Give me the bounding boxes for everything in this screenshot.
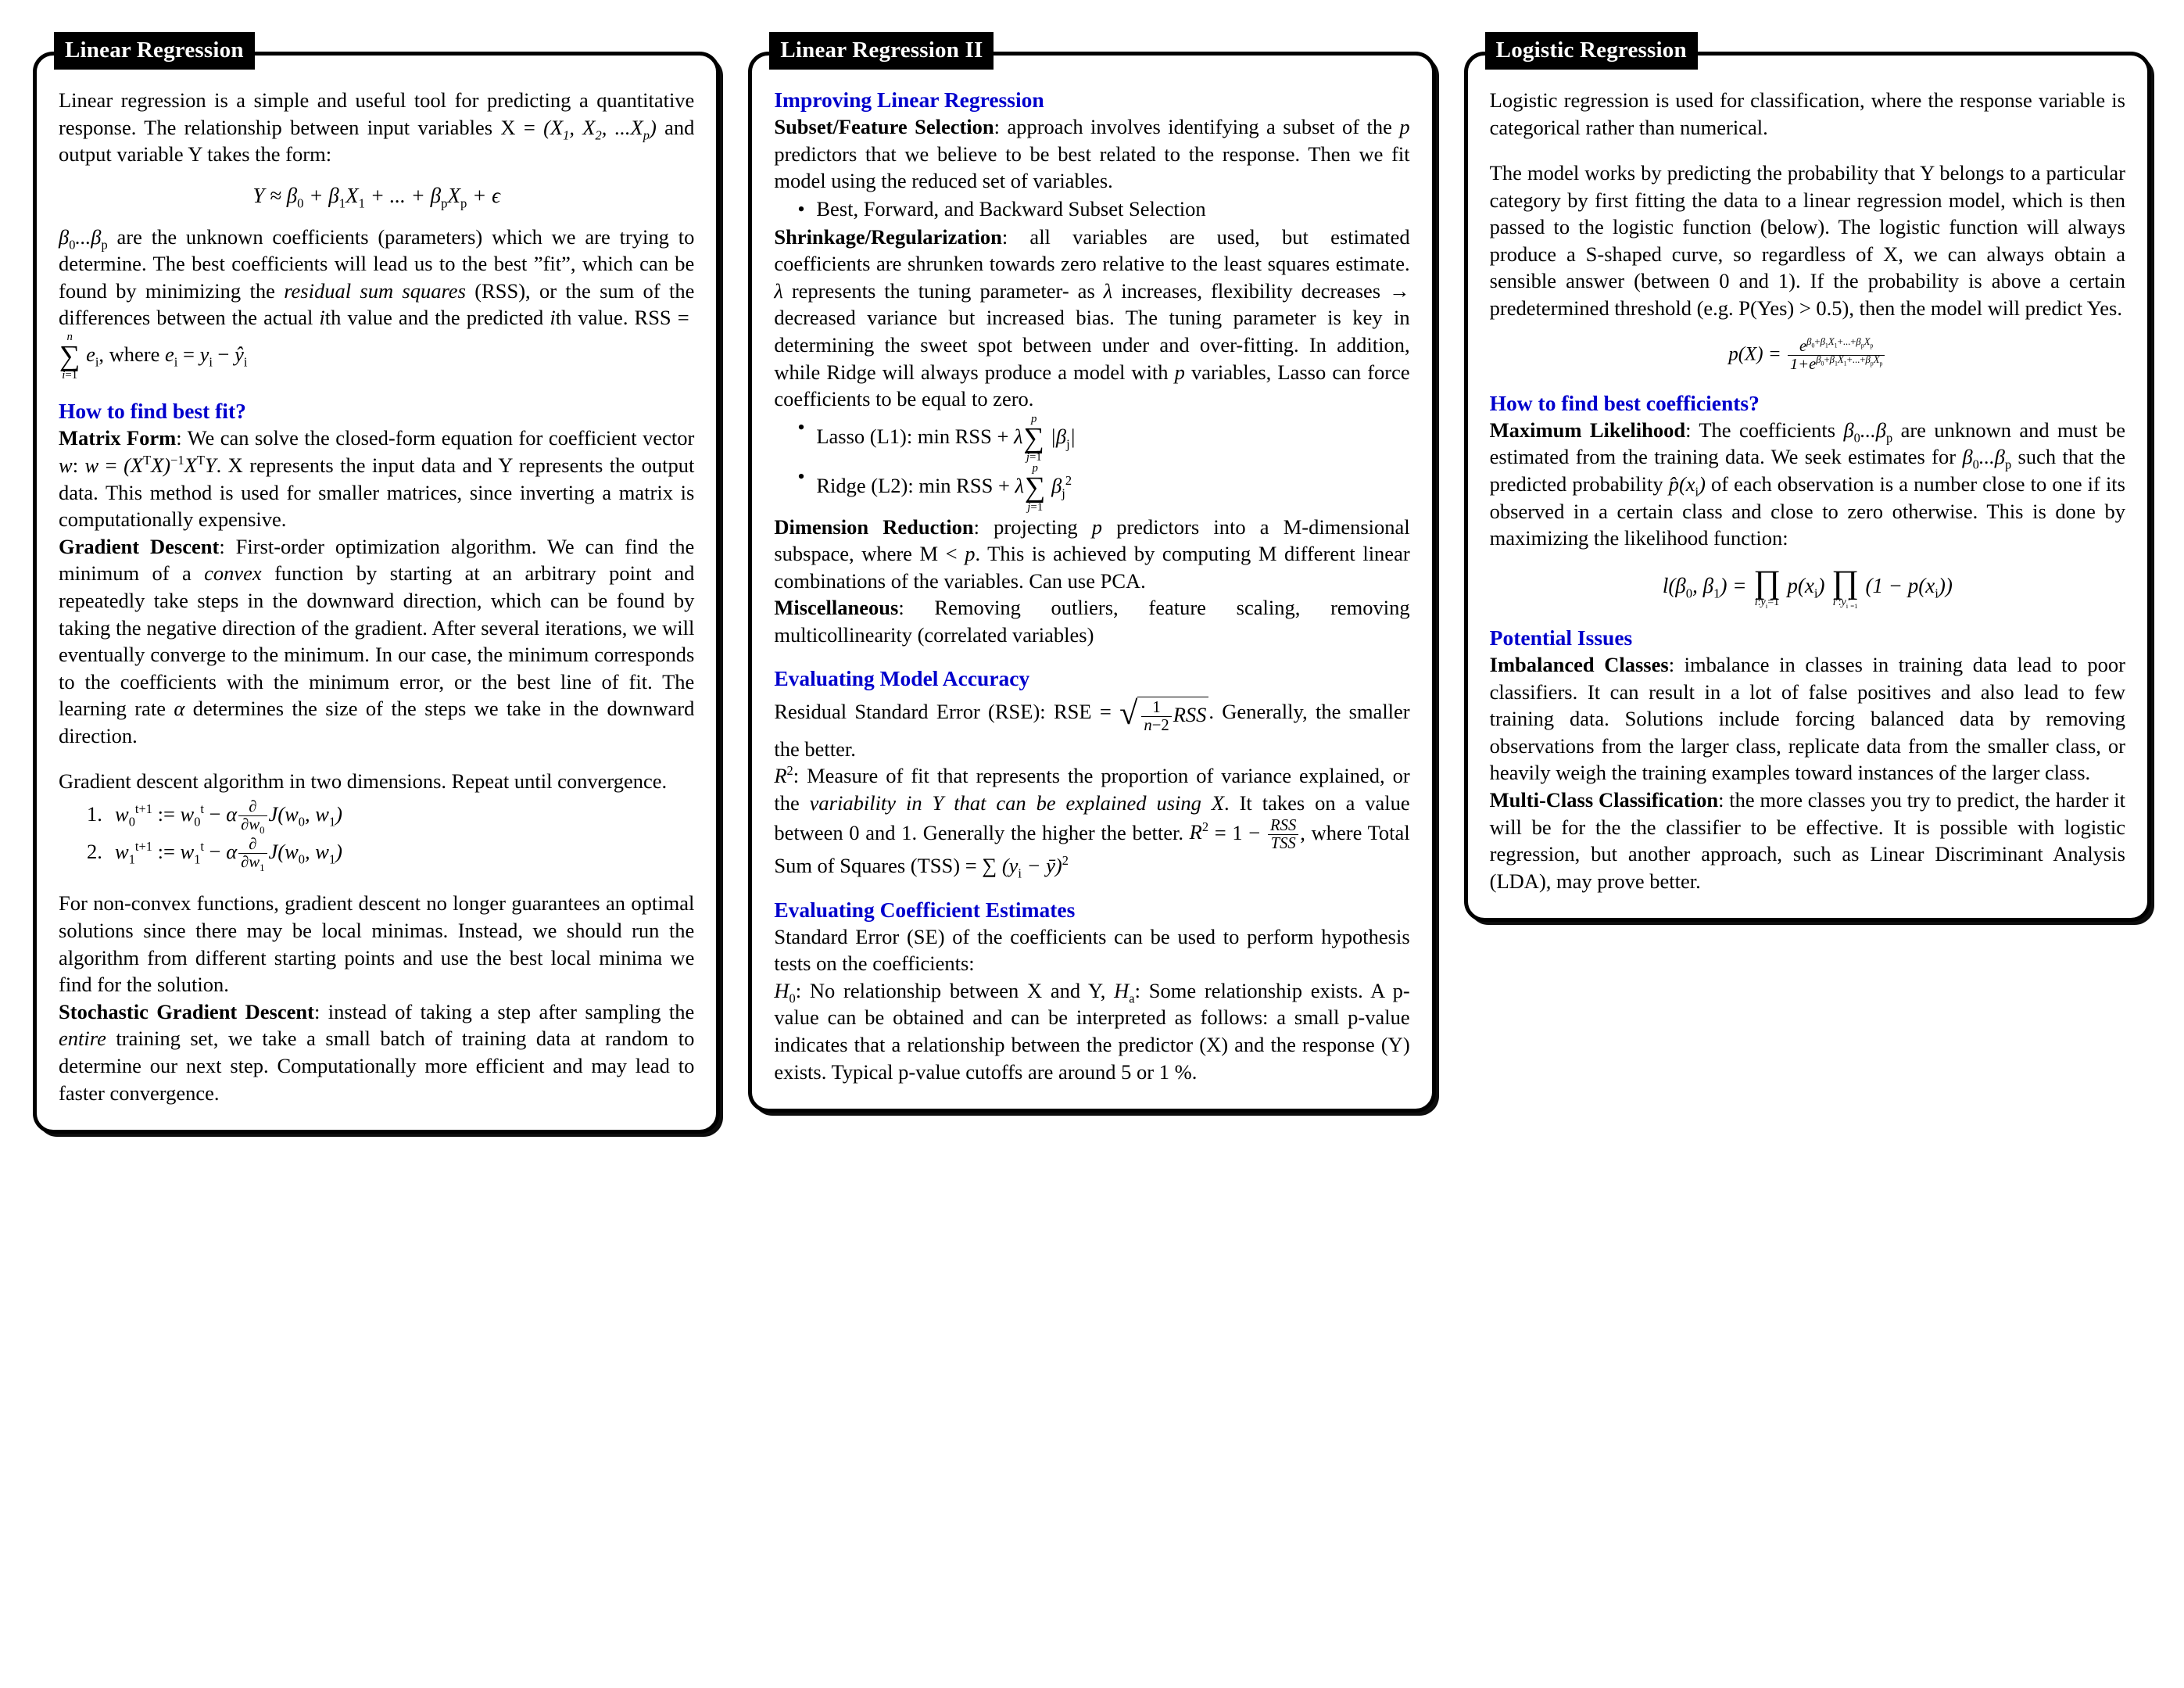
- panel-title-linear-regression: Linear Regression: [54, 32, 255, 70]
- lr2-dimension-reduction-paragraph: Dimension Reduction: projecting p predic…: [774, 514, 1410, 593]
- lr2-rse-paragraph: Residual Standard Error (RSE): RSE = √ 1 n…: [774, 692, 1409, 762]
- panel-title-linear-regression-ii: Linear Regression II: [769, 32, 994, 70]
- lr2-r2-paragraph: R2: Measure of fit that represents the p…: [774, 763, 1410, 881]
- heading-potential-issues: Potential Issues: [1489, 625, 1633, 650]
- regularization-bullet-list: Lasso (L1): min RSS + λp∑j=1 |βj| Ridge …: [774, 413, 1409, 513]
- lr-coefficients-paragraph: β0...βp are the unknown coefficients (pa…: [59, 224, 695, 382]
- lr2-shrinkage-paragraph: Shrinkage/Regularization: all variables …: [774, 224, 1410, 411]
- lr2-se-paragraph: Standard Error (SE) of the coefficients …: [774, 924, 1410, 976]
- heading-how-to-find-best-coefficients: How to find best coefficients?: [1489, 390, 1760, 415]
- label-imbalanced-classes: Imbalanced Classes: [1489, 653, 1669, 677]
- lr-matrix-form-paragraph: Matrix Form: We can solve the closed-for…: [59, 426, 695, 532]
- label-maximum-likelihood: Maximum Likelihood: [1489, 418, 1686, 442]
- label-stochastic-gradient-descent: Stochastic Gradient Descent: [59, 999, 314, 1023]
- gd-step-1-number: 1.: [87, 801, 102, 826]
- label-multi-class-classification: Multi-Class Classification: [1489, 788, 1719, 812]
- label-miscellaneous: Miscellaneous: [774, 596, 899, 620]
- panel-linear-regression: Linear Regression Linear regression is a…: [33, 32, 721, 1134]
- logistic-function-equation: p(X) = eβ0+β1X1+...+βpXp 1+eβ0+β1X1+...+…: [1490, 336, 2125, 373]
- gd-step-2: 2. w1t+1 := w1t − α ∂ ∂w1 J(w0, w1): [59, 834, 694, 873]
- panel-linear-regression-ii: Linear Regression II Improving Linear Re…: [748, 32, 1436, 1113]
- bullet-ridge-l2: Ridge (L2): min RSS + λp∑j=1 βj2: [774, 463, 1409, 513]
- lr-sgd-paragraph: Stochastic Gradient Descent: instead of …: [59, 999, 695, 1105]
- lr2-hypothesis-paragraph: H0: No relationship between X and Y, Ha:…: [774, 978, 1410, 1084]
- logreg-mle-paragraph: Maximum Likelihood: The coefficients β0.…: [1489, 418, 2125, 550]
- lr-intro-paragraph: Linear regression is a simple and useful…: [59, 88, 695, 167]
- bullet-subset-selection: Best, Forward, and Backward Subset Selec…: [774, 195, 1409, 223]
- label-subset-feature-selection: Subset/Feature Selection: [774, 115, 994, 138]
- label-matrix-form: Matrix Form: [59, 426, 177, 450]
- heading-how-to-find-best-fit: How to find best fit?: [59, 399, 246, 424]
- lr2-misc-paragraph: Miscellaneous: Removing outliers, featur…: [774, 596, 1410, 647]
- rse-sqrt-expression: √ 1 n−2 RSS: [1119, 692, 1209, 735]
- lr-nonconvex-paragraph: For non-convex functions, gradient desce…: [59, 891, 695, 997]
- heading-improving-linear-regression: Improving Linear Regression: [774, 88, 1044, 112]
- panel-columns: Linear Regression Linear regression is a…: [33, 32, 2151, 1134]
- lr-model-equation: Y ≈ β0 + β1X1 + ... + βpXp + ϵ: [252, 183, 500, 211]
- label-dimension-reduction: Dimension Reduction: [774, 514, 974, 539]
- bullet-lasso-l1: Lasso (L1): min RSS + λp∑j=1 |βj|: [774, 413, 1409, 463]
- heading-evaluating-model-accuracy: Evaluating Model Accuracy: [774, 666, 1030, 691]
- gd-steps-list: 1. w0t+1 := w0t − α ∂ ∂w0 J(w0, w1) 2. w1t+…: [59, 797, 694, 873]
- likelihood-function-equation: l(β0, β1) = ∏ i:yi=1 p(xi) ∏ i′:yi′=1 (1 −…: [1662, 564, 1953, 611]
- logreg-imbalanced-paragraph: Imbalanced Classes: imbalance in classes…: [1489, 653, 2125, 785]
- panel-title-logistic-regression: Logistic Regression: [1484, 32, 1698, 70]
- logreg-model-paragraph: The model works by predicting the probab…: [1489, 161, 2125, 321]
- lr-gd-algorithm-intro: Gradient descent algorithm in two dimens…: [59, 769, 668, 794]
- subset-bullet-list: Best, Forward, and Backward Subset Selec…: [774, 195, 1409, 223]
- lr-gradient-descent-paragraph: Gradient Descent: First-order optimizati…: [59, 534, 695, 747]
- gd-step-2-number: 2.: [87, 839, 102, 863]
- lr2-subset-paragraph: Subset/Feature Selection: approach invol…: [774, 115, 1410, 193]
- gd-step-1: 1. w0t+1 := w0t − α ∂ ∂w0 J(w0, w1): [59, 797, 694, 836]
- panel-logistic-regression: Logistic Regression Logistic regression …: [1463, 32, 2151, 923]
- label-gradient-descent: Gradient Descent: [59, 534, 220, 558]
- label-shrinkage-regularization: Shrinkage/Regularization: [774, 224, 1002, 249]
- logreg-intro-paragraph: Logistic regression is used for classifi…: [1489, 88, 2125, 139]
- logreg-multiclass-paragraph: Multi-Class Classification: the more cla…: [1489, 788, 2125, 893]
- heading-evaluating-coefficient-estimates: Evaluating Coefficient Estimates: [774, 897, 1076, 922]
- cheat-sheet-page: Linear Regression Linear regression is a…: [0, 0, 2184, 1688]
